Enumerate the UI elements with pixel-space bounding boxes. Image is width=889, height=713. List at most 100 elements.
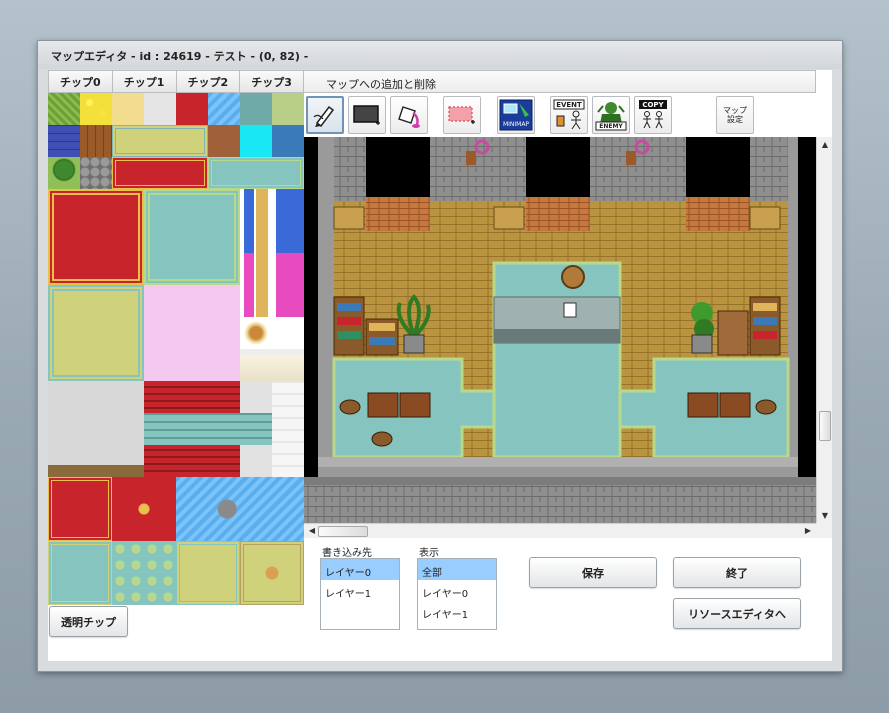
minimap-icon: MINIMAP <box>499 99 533 131</box>
tile-tree[interactable] <box>48 157 80 189</box>
tab-chip2[interactable]: チップ2 <box>176 70 241 93</box>
map-add-remove-label: マップへの追加と削除 <box>304 70 816 93</box>
window-title: マップエディタ - id : 24619 - テスト - (0, 82) - <box>38 41 842 69</box>
tile-blue-brick[interactable] <box>48 125 80 157</box>
tile-large-gray-rug[interactable] <box>48 381 144 477</box>
tile-rug-red-gold[interactable] <box>112 157 208 189</box>
bookshelf-left-2 <box>365 318 399 356</box>
potted-plant-right <box>691 302 714 354</box>
svg-text:COPY: COPY <box>642 101 664 109</box>
tile-red-carpet[interactable] <box>176 93 208 125</box>
selection-icon <box>448 106 475 124</box>
tile-large-teal-rug[interactable] <box>144 189 240 285</box>
transparent-chip-button[interactable]: 透明チップ <box>49 606 128 637</box>
svg-text:EVENT: EVENT <box>556 101 582 109</box>
horizontal-scroll-thumb[interactable] <box>318 526 368 537</box>
resource-editor-button[interactable]: リソースエディタへ <box>673 598 801 629</box>
display-list[interactable]: 全部 レイヤー0 レイヤー1 <box>417 558 497 630</box>
tab-chip1[interactable]: チップ1 <box>112 70 177 93</box>
tab-chip3[interactable]: チップ3 <box>240 70 304 93</box>
write-target-option-layer0[interactable]: レイヤー0 <box>321 559 399 580</box>
map-horizontal-scrollbar[interactable]: ◀ ▶ <box>304 523 816 538</box>
scroll-right-arrow-icon[interactable]: ▶ <box>800 526 816 535</box>
tile-rug-yellow[interactable] <box>112 125 208 157</box>
minimap-button[interactable]: MINIMAP <box>497 96 535 134</box>
tile-large-pink-rug[interactable] <box>144 285 240 381</box>
map-settings-line1: マップ <box>723 106 747 115</box>
write-target-option-layer1[interactable]: レイヤー1 <box>321 580 399 601</box>
bookshelf-left <box>333 296 365 356</box>
selection-tool-button[interactable] <box>443 96 481 134</box>
chip-palette[interactable] <box>48 93 304 605</box>
display-option-all[interactable]: 全部 <box>418 559 496 580</box>
tile-red-rug-pattern[interactable] <box>112 477 176 541</box>
tile-large-yellow-rug[interactable] <box>48 285 144 381</box>
copy-icon: COPY <box>639 100 667 129</box>
tile-sand[interactable] <box>112 93 144 125</box>
event-icon: EVENT <box>553 99 585 130</box>
map-settings-label: マップ 設定 <box>723 106 747 124</box>
svg-text:ENEMY: ENEMY <box>599 123 623 130</box>
map-settings-button[interactable]: マップ 設定 <box>716 96 754 134</box>
rectangle-tool-button[interactable] <box>348 96 386 134</box>
write-target-list[interactable]: レイヤー0 レイヤー1 <box>320 558 400 630</box>
tile-bed-sheet[interactable] <box>272 381 304 477</box>
tile-rug-teal[interactable] <box>208 157 304 189</box>
tile-window-pink-curtain[interactable] <box>240 253 304 317</box>
svg-text:MINIMAP: MINIMAP <box>503 121 529 128</box>
display-option-layer1[interactable]: レイヤー1 <box>418 601 496 622</box>
tile-teal-rug-pattern[interactable] <box>112 541 176 605</box>
tile-red-rug-small[interactable] <box>48 477 112 541</box>
editor-panel: チップ0 チップ1 チップ2 チップ3 マップへの追加と削除 MINIMAP E… <box>48 70 832 661</box>
chip-tab-bar: チップ0 チップ1 チップ2 チップ3 <box>48 70 304 93</box>
bookshelf-right <box>749 296 781 356</box>
rectangle-icon <box>353 105 380 125</box>
map-rendering <box>304 137 816 523</box>
save-button[interactable]: 保存 <box>529 557 657 588</box>
tile-teal-steps[interactable] <box>144 413 272 445</box>
tile-water[interactable] <box>208 93 240 125</box>
tile-yellow-flowers[interactable] <box>80 93 112 125</box>
fill-bucket-icon <box>398 106 420 128</box>
tile-yellow-rug-small[interactable] <box>176 541 240 605</box>
scroll-down-arrow-icon[interactable]: ▼ <box>817 511 833 520</box>
enemy-button[interactable]: ENEMY <box>592 96 630 134</box>
tile-bed-top[interactable] <box>240 349 304 381</box>
map-vertical-scrollbar[interactable]: ▲ ▼ <box>816 137 832 523</box>
enemy-icon: ENEMY <box>595 102 627 131</box>
tile-grass[interactable] <box>48 93 80 125</box>
fill-tool-button[interactable] <box>390 96 428 134</box>
tile-window-blue-curtain[interactable] <box>240 189 304 253</box>
display-label: 表示 <box>419 548 439 559</box>
scrollbar-corner <box>816 523 832 538</box>
pen-icon <box>313 105 335 128</box>
tile-teal-stone[interactable] <box>240 93 272 125</box>
pen-tool-button[interactable] <box>306 96 344 134</box>
event-button[interactable]: EVENT <box>550 96 588 134</box>
tile-brown-earth[interactable] <box>208 125 240 157</box>
tile-teal-rug-small[interactable] <box>48 541 112 605</box>
map-settings-line2: 設定 <box>727 115 743 124</box>
tile-snow[interactable] <box>144 93 176 125</box>
display-option-layer0[interactable]: レイヤー0 <box>418 580 496 601</box>
write-target-label: 書き込み先 <box>322 548 372 559</box>
tile-pale-grass[interactable] <box>272 93 304 125</box>
tile-cyan[interactable] <box>240 125 272 157</box>
tile-wood-plank[interactable] <box>80 125 112 157</box>
scroll-up-arrow-icon[interactable]: ▲ <box>817 140 833 149</box>
red-curtain <box>366 137 430 197</box>
map-canvas[interactable] <box>304 137 816 523</box>
copy-button[interactable]: COPY <box>634 96 672 134</box>
exit-button[interactable]: 終了 <box>673 557 801 588</box>
tab-chip0[interactable]: チップ0 <box>48 70 113 93</box>
blue-curtain <box>686 137 750 197</box>
tile-picture-frame[interactable] <box>240 317 272 349</box>
tile-cobblestone[interactable] <box>80 157 112 189</box>
tile-water-rocks[interactable] <box>176 477 304 541</box>
tile-steel-blue[interactable] <box>272 125 304 157</box>
map-editor-window: マップエディタ - id : 24619 - テスト - (0, 82) - チ… <box>37 40 843 672</box>
tile-yellow-rug-pattern[interactable] <box>240 541 304 605</box>
vertical-scroll-thumb[interactable] <box>819 411 831 441</box>
tile-large-red-rug[interactable] <box>48 189 144 285</box>
green-curtain <box>526 137 590 197</box>
